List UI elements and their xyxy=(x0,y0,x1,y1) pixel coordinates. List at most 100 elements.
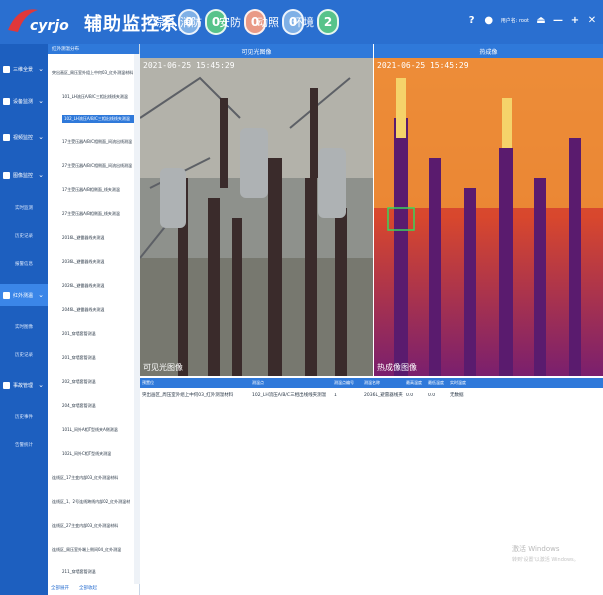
tree-node[interactable]: 17主受压器A/B相侧面_线夹测温 xyxy=(62,187,134,193)
chevron-down-icon: ⌄ xyxy=(38,65,44,73)
close-icon[interactable]: ✕ xyxy=(587,15,597,26)
tree-node[interactable]: 102L_间外C相T型线夹测温 xyxy=(62,451,134,457)
tree-node[interactable]: 201_穿墙套管测温 xyxy=(62,331,134,337)
infrared-scene xyxy=(374,58,603,376)
sidebar-item-accident[interactable]: 事故管理 ⌄ xyxy=(0,374,48,396)
thermometer-icon xyxy=(3,291,10,299)
header-tools: ? ● 用户名: root ⏏ — + ✕ xyxy=(467,15,597,26)
stat-label: 动照 xyxy=(257,16,279,29)
tree-footer: 全部展开 全部收起 xyxy=(48,580,140,595)
activation-watermark: 激活 Windows xyxy=(512,545,560,553)
tree-node[interactable]: 连线区_27主变内部03_红外测温材料 xyxy=(52,523,134,529)
table-row[interactable]: 突出画区_周压室外组上中何03_红外测温材料 102_LH流压A/B/C三相出线… xyxy=(140,388,603,402)
tree-node[interactable]: 连线区_1、2号连线跨线内部02_红外测温材 xyxy=(52,499,134,505)
table-cell: 2036L_避雷器线夹 xyxy=(364,393,403,398)
activation-watermark-sub: 转到'设置'以激活 Windows。 xyxy=(512,557,579,563)
tree-node[interactable]: 2036L_避雷器线夹测温 xyxy=(62,259,134,265)
tree-node[interactable]: 突出画区_周压室外组上中何03_红外测温材料 xyxy=(52,70,134,76)
stat-environment[interactable]: 环境 2 xyxy=(292,8,339,36)
tree-node[interactable]: 27主受压器A/B相侧面_线夹测温 xyxy=(62,211,134,217)
minimize-icon[interactable]: — xyxy=(553,15,563,26)
sidebar-item-infrared[interactable]: 红外测温 ⌄ xyxy=(0,284,48,306)
sidebar-item-3d[interactable]: 三维全景 ⌄ xyxy=(0,58,48,80)
image-icon xyxy=(3,171,10,179)
chevron-down-icon: ⌄ xyxy=(38,381,44,389)
visible-scene xyxy=(140,58,373,376)
tree-node[interactable]: 27主受压器A/B/C相侧面_间流出线测温 xyxy=(62,163,134,169)
stat-label: 环境 xyxy=(292,16,314,29)
tree-node[interactable]: 201_穿墙套管测温 xyxy=(62,355,134,361)
visible-video[interactable]: 2021-06-25 15:45:29 可见光图像 xyxy=(140,58,373,376)
tree-title: 红外测温分布 xyxy=(48,44,139,54)
sidebar-item-video[interactable]: 视频监控 ⌄ xyxy=(0,126,48,148)
table-cell: 0.0 xyxy=(406,392,414,398)
sidebar-item-label: 三维全景 xyxy=(13,66,34,73)
column-header: 最高温度 xyxy=(406,380,422,385)
sidebar-item-label: 事故管理 xyxy=(13,382,34,389)
cube-icon xyxy=(3,65,10,73)
help-icon[interactable]: ? xyxy=(467,15,477,26)
column-header: 测温点 xyxy=(252,380,264,385)
table-cell: 1 xyxy=(334,392,337,398)
warning-icon xyxy=(3,381,10,389)
infrared-video[interactable]: 2021-06-25 15:45:29 热成像图像 xyxy=(374,58,603,376)
tree-node[interactable]: 204_穿墙套管测温 xyxy=(62,403,134,409)
sidebar-item-label: 视频监控 xyxy=(13,134,34,141)
stat-label: 综自 xyxy=(153,16,175,29)
sidebar-sub-item[interactable]: 实时监测 xyxy=(0,199,48,217)
tree-node[interactable]: 连线区_17主变内部03_红外测温材料 xyxy=(52,475,134,481)
chevron-down-icon: ⌄ xyxy=(38,133,44,141)
camera-icon xyxy=(3,133,10,141)
table-cell: 102_LH流压A/B/C三相出线线夹测温 xyxy=(252,393,327,398)
sidebar-sub-item[interactable]: 历史事件 xyxy=(0,408,48,426)
chevron-down-icon: ⌄ xyxy=(38,171,44,179)
sidebar-sub-item[interactable]: 报警信息 xyxy=(0,255,48,273)
column-header: 预置位 xyxy=(142,380,154,385)
chevron-down-icon: ⌄ xyxy=(38,97,44,105)
column-header: 测温点编号 xyxy=(334,380,354,385)
ir-timestamp: 2021-06-25 15:45:29 xyxy=(377,61,469,70)
logout-icon[interactable]: ⏏ xyxy=(536,15,546,26)
sidebar-item-label: 设备监测 xyxy=(13,98,34,105)
table-header: 预置位 测温点 测温点编号 测温名称 最高温度 最低温度 实时温度 xyxy=(140,378,603,388)
app-header: cyrjo 辅助监控系统 综自 0 消防 0 安防 0 动照 0 环境 2 ? … xyxy=(0,0,603,44)
sidebar-sub-item[interactable]: 实时图像 xyxy=(0,318,48,336)
tree-node-selected[interactable]: 102_LH流压A/B/C三相出线线夹测温 xyxy=(62,115,134,123)
sidebar-item-label: 红外测温 xyxy=(13,292,34,299)
logo-text: cyrjo xyxy=(30,18,69,34)
sidebar-sub-item[interactable]: 历史记录 xyxy=(0,227,48,245)
sidebar-sub-item[interactable]: 历史记录 xyxy=(0,346,48,364)
tree-node[interactable]: 101_LH流压A/B/C三相出线线夹测温 xyxy=(62,94,134,100)
visible-timestamp: 2021-06-25 15:45:29 xyxy=(143,61,235,70)
user-info: 用户名: root xyxy=(500,17,529,24)
table-cell: 0.0 xyxy=(428,392,436,398)
stat-label: 安防 xyxy=(219,16,241,29)
column-header: 测温名称 xyxy=(364,380,380,385)
user-icon[interactable]: ● xyxy=(484,15,494,26)
add-icon[interactable]: + xyxy=(570,15,580,26)
temperature-table: 预置位 测温点 测温点编号 测温名称 最高温度 最低温度 实时温度 突出画区_周… xyxy=(140,378,603,402)
sidebar: 三维全景 ⌄ 设备监测 ⌄ 视频监控 ⌄ 图像监控 ⌄ 实时监测 历史记录 报警… xyxy=(0,44,48,595)
tree-node[interactable]: 202_穿墙套管测温 xyxy=(62,379,134,385)
monitor-icon xyxy=(3,97,10,105)
sidebar-item-device[interactable]: 设备监测 ⌄ xyxy=(0,90,48,112)
ir-caption: 热成像图像 xyxy=(377,363,417,372)
tree-panel: 红外测温分布 突出画区_周压室外组上中何03_红外测温材料 101_LH流压A/… xyxy=(48,44,140,595)
tree-node[interactable]: 连线区_周压室外端上侧间04_红外测温 xyxy=(52,547,134,553)
expand-all-button[interactable]: 全部展开 xyxy=(51,585,69,591)
table-cell: 无数据 xyxy=(450,393,464,398)
visible-panel-title: 可见光图像 xyxy=(140,44,373,58)
tree-node[interactable]: 211_穿墙套管测温 xyxy=(62,569,134,575)
tree-node[interactable]: 17主受压器A/B/C相侧面_间流出线测温 xyxy=(62,139,134,145)
column-header: 最低温度 xyxy=(428,380,444,385)
sidebar-item-label: 图像监控 xyxy=(13,172,34,179)
tree-node[interactable]: 2026L_避雷器线夹测温 xyxy=(62,283,134,289)
app-logo: cyrjo xyxy=(4,4,72,38)
tree-node[interactable]: 2016L_避雷器线夹测温 xyxy=(62,235,134,241)
sidebar-item-image[interactable]: 图像监控 ⌄ xyxy=(0,164,48,186)
stat-badge: 2 xyxy=(317,9,339,35)
tree-node[interactable]: 2046L_避雷器线夹测温 xyxy=(62,307,134,313)
collapse-all-button[interactable]: 全部收起 xyxy=(79,585,97,591)
sidebar-sub-item[interactable]: 告警统计 xyxy=(0,436,48,454)
tree-node[interactable]: 101L_间外A相T型线夹A侧测温 xyxy=(62,427,134,433)
